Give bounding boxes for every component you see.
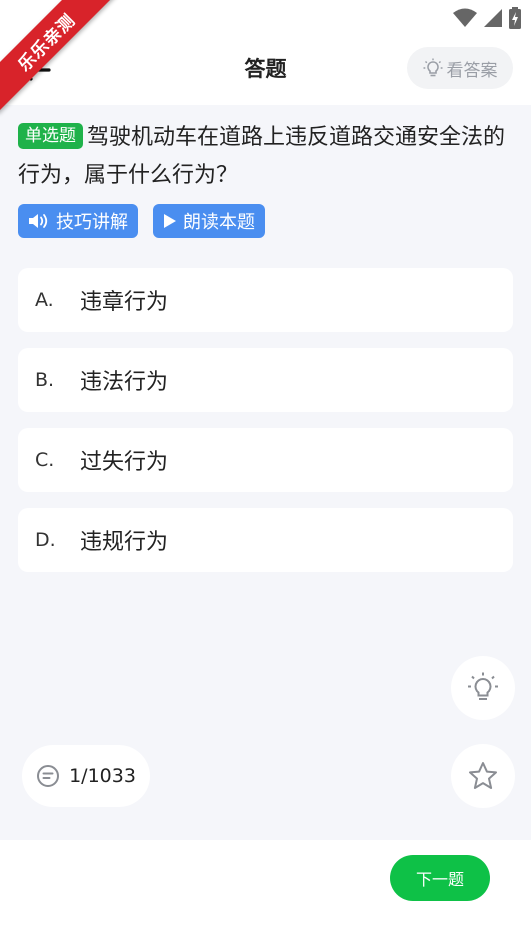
hint-button[interactable] [451,656,515,720]
lightbulb-icon [468,672,498,700]
read-aloud-button[interactable]: 朗读本题 [153,204,265,238]
option-letter: C. [35,449,55,471]
question-counter: 1/1033 [69,765,136,787]
lightbulb-icon [423,58,442,77]
star-icon [469,762,497,789]
option-c[interactable]: C. 过失行为 [18,428,513,492]
option-text: 违法行为 [80,370,169,395]
option-text: 过失行为 [80,450,169,475]
option-text: 违规行为 [80,530,169,555]
top-bar: 乐乐亲测 答题 看答案 [0,0,531,114]
question-block: 单选题 驾驶机动车在道路上违反道路交通安全法的行为，属于什么行为？ [18,119,513,195]
answer-options: A. 违章行为 B. 违法行为 C. 过失行为 D. 违规行为 [18,268,513,588]
play-icon [164,214,176,228]
wifi-icon [453,8,477,27]
option-letter: A. [35,289,54,311]
signal-icon [484,9,502,27]
tips-explain-button[interactable]: 技巧讲解 [18,204,138,238]
option-letter: B. [35,369,55,391]
question-counter-button[interactable]: 1/1033 [22,745,150,807]
option-letter: D. [35,529,56,551]
battery-icon [509,7,521,29]
question-type-badge: 单选题 [18,123,83,149]
option-b[interactable]: B. 违法行为 [18,348,513,412]
status-bar [453,6,521,30]
option-d[interactable]: D. 违规行为 [18,508,513,572]
question-list-icon [37,765,60,787]
question-area: 单选题 驾驶机动车在道路上违反道路交通安全法的行为，属于什么行为？ 技巧讲解 朗读… [0,105,531,840]
question-tools: 技巧讲解 朗读本题 [18,204,265,238]
favorite-button[interactable] [451,744,515,808]
view-answer-label: 看答案 [446,60,498,81]
tips-explain-label: 技巧讲解 [56,212,128,233]
speaker-icon [29,214,48,228]
question-text: 驾驶机动车在道路上违反道路交通安全法的行为，属于什么行为？ [18,125,506,188]
option-text: 违章行为 [80,290,169,315]
next-question-button[interactable]: 下一题 [390,855,490,901]
option-a[interactable]: A. 违章行为 [18,268,513,332]
read-aloud-label: 朗读本题 [183,212,255,233]
bottom-bar: 下一题 [0,840,531,944]
view-answer-button[interactable]: 看答案 [407,47,513,89]
